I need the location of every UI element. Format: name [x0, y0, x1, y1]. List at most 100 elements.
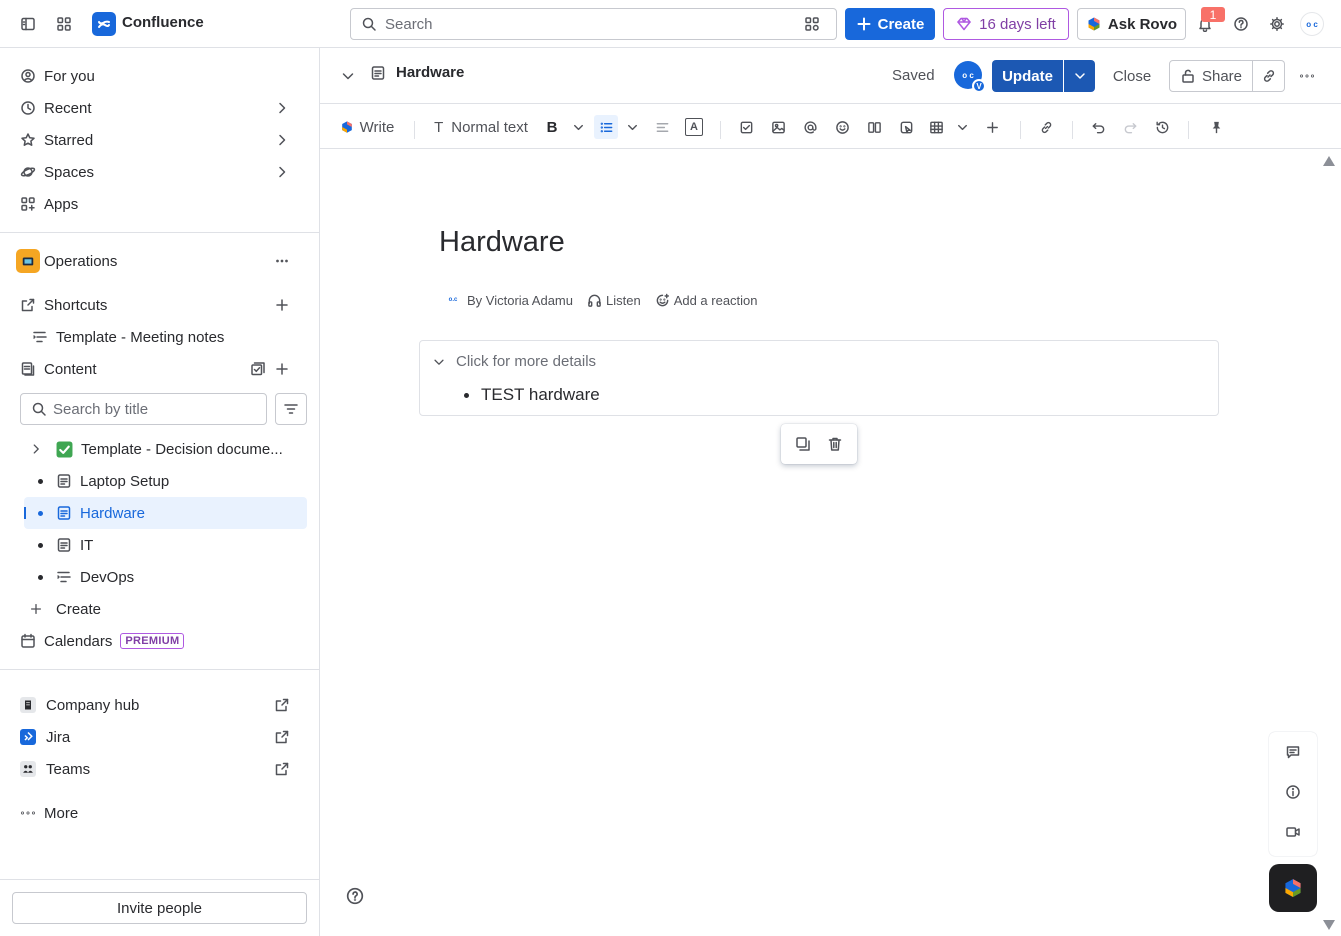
bold-button[interactable]: B	[542, 115, 562, 139]
chevron-right-icon[interactable]	[29, 442, 43, 456]
app-name[interactable]: Confluence	[122, 14, 204, 31]
video-loom-icon[interactable]	[1281, 820, 1305, 844]
copy-icon[interactable]	[795, 436, 811, 452]
tree-item-selected[interactable]: Hardware	[24, 497, 307, 529]
layout-columns-icon[interactable]	[862, 115, 886, 139]
sidebar-app-teams[interactable]: Teams	[12, 753, 308, 785]
chevron-right-icon[interactable]	[274, 100, 290, 116]
bulk-select-icon[interactable]	[250, 361, 266, 377]
pin-toolbar-icon[interactable]	[1204, 115, 1228, 139]
tree-item-label: Laptop Setup	[80, 472, 170, 490]
space-operations[interactable]: Operations	[12, 245, 308, 277]
help-icon[interactable]	[1225, 8, 1257, 40]
rovo-chat-button[interactable]	[1269, 864, 1317, 912]
ask-rovo-button[interactable]: Ask Rovo	[1077, 8, 1186, 40]
page-info-icon[interactable]	[1281, 780, 1305, 804]
create-button[interactable]: Create	[845, 8, 935, 40]
external-link-icon[interactable]	[274, 697, 290, 713]
align-icon[interactable]	[650, 115, 674, 139]
trial-button[interactable]: 16 days left	[943, 8, 1069, 40]
add-shortcut-icon[interactable]	[274, 297, 290, 313]
page-title[interactable]: Hardware	[439, 226, 565, 259]
sidebar-app-company-hub[interactable]: Company hub	[12, 689, 308, 721]
update-button[interactable]: Update	[992, 60, 1063, 92]
help-icon[interactable]	[346, 887, 364, 905]
search-by-title-input[interactable]: Search by title	[20, 393, 267, 425]
settings-gear-icon[interactable]	[1261, 8, 1293, 40]
author-name: By Victoria Adamu	[467, 292, 573, 308]
image-icon[interactable]	[766, 115, 790, 139]
sidebar-app-jira[interactable]: Jira	[12, 721, 308, 753]
add-reaction-button[interactable]: Add a reaction	[655, 293, 758, 308]
page-breadcrumb[interactable]: Hardware	[370, 64, 464, 81]
more-formatting-chevron-icon[interactable]	[568, 115, 588, 139]
chevron-down-icon[interactable]	[432, 355, 446, 369]
expand-block[interactable]: Click for more details TEST hardware	[419, 340, 1219, 416]
chevron-right-icon[interactable]	[274, 164, 290, 180]
close-button[interactable]: Close	[1105, 60, 1159, 92]
mention-icon[interactable]	[798, 115, 822, 139]
scroll-up-arrow-icon[interactable]	[1322, 155, 1336, 167]
sidebar-toggle-icon[interactable]	[12, 8, 44, 40]
tree-item[interactable]: IT	[24, 529, 307, 561]
divider	[0, 879, 320, 880]
shortcut-item[interactable]: Template - Meeting notes	[12, 321, 308, 353]
sidebar-item-starred[interactable]: Starred	[12, 124, 308, 156]
table-icon[interactable]	[924, 115, 948, 139]
collapse-chevron-icon[interactable]	[336, 64, 360, 88]
text-color-button[interactable]: A	[682, 115, 706, 139]
sidebar-item-more[interactable]: More	[12, 797, 308, 829]
comments-icon[interactable]	[1281, 740, 1305, 764]
list-item[interactable]: TEST hardware	[464, 385, 600, 405]
filter-button[interactable]	[275, 393, 307, 425]
app-switcher-icon[interactable]	[48, 8, 80, 40]
collaborator-initials: o c	[962, 70, 974, 80]
create-content-button[interactable]: Create	[24, 593, 307, 625]
tree-item[interactable]: DevOps	[24, 561, 307, 593]
list-options-chevron-icon[interactable]	[622, 115, 642, 139]
share-button[interactable]: Share	[1169, 60, 1253, 92]
sidebar-item-shortcuts[interactable]: Shortcuts	[12, 289, 308, 321]
status-lozenge-icon[interactable]	[894, 115, 918, 139]
more-horizontal-icon[interactable]	[274, 253, 290, 269]
sidebar-item-calendars[interactable]: Calendars PREMIUM	[12, 625, 308, 657]
sidebar-item-content[interactable]: Content	[12, 353, 308, 385]
external-link-icon[interactable]	[274, 761, 290, 777]
sidebar-item-for-you[interactable]: For you	[12, 60, 308, 92]
scroll-down-arrow-icon[interactable]	[1322, 919, 1336, 931]
top-navigation: Confluence Search Create 16 days left As…	[0, 0, 1341, 48]
insert-more-icon[interactable]	[980, 115, 1004, 139]
tree-item[interactable]: Laptop Setup	[24, 465, 307, 497]
insert-link-icon[interactable]	[1034, 115, 1058, 139]
sidebar-item-recent[interactable]: Recent	[12, 92, 308, 124]
sidebar-item-label: Shortcuts	[44, 296, 108, 314]
add-content-icon[interactable]	[274, 361, 290, 377]
write-button[interactable]: Write	[338, 115, 396, 139]
update-options-button[interactable]	[1064, 60, 1095, 92]
chevron-right-icon[interactable]	[274, 132, 290, 148]
global-search-input[interactable]: Search	[350, 8, 837, 40]
sidebar-item-apps[interactable]: Apps	[12, 188, 308, 220]
version-history-icon[interactable]	[1150, 115, 1174, 139]
emoji-icon[interactable]	[830, 115, 854, 139]
text-style-dropdown[interactable]: T Normal text	[432, 115, 530, 139]
more-actions-icon[interactable]	[1291, 60, 1323, 92]
redo-icon[interactable]	[1118, 115, 1142, 139]
user-avatar[interactable]: o c	[1300, 12, 1324, 36]
undo-icon[interactable]	[1086, 115, 1110, 139]
author-byline[interactable]: o.c By Victoria Adamu	[445, 292, 573, 308]
action-item-checkbox-icon[interactable]	[734, 115, 758, 139]
delete-trash-icon[interactable]	[827, 436, 843, 452]
collaborator-avatar[interactable]: o c V	[954, 61, 986, 93]
table-options-chevron-icon[interactable]	[952, 115, 972, 139]
expand-title[interactable]: Click for more details	[432, 353, 596, 370]
copy-link-button[interactable]	[1253, 60, 1285, 92]
listen-button[interactable]: Listen	[587, 293, 641, 308]
sidebar-item-spaces[interactable]: Spaces	[12, 156, 308, 188]
confluence-logo-icon[interactable]	[92, 12, 116, 36]
bullet-list-button[interactable]	[594, 115, 618, 139]
invite-people-button[interactable]: Invite people	[12, 892, 307, 924]
search-filter-icon[interactable]	[804, 16, 828, 32]
external-link-icon[interactable]	[274, 729, 290, 745]
tree-item[interactable]: Template - Decision docume...	[24, 433, 307, 465]
